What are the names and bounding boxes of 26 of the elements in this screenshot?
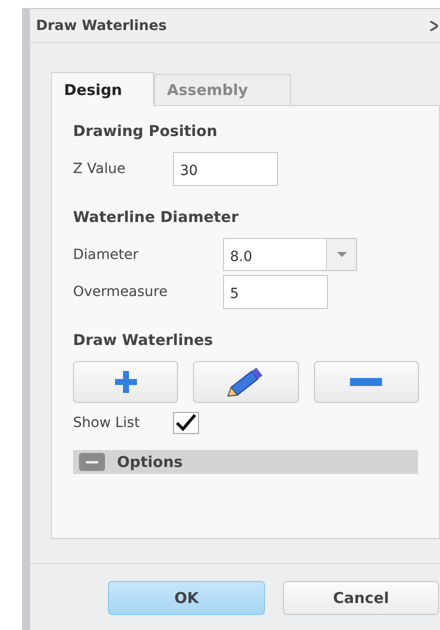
field-label: Z Value xyxy=(73,161,126,177)
caret-icon xyxy=(336,252,346,257)
checkbox-label: Show List xyxy=(73,415,141,431)
diameter-field[interactable]: 8.0 xyxy=(223,238,327,271)
minus-icon xyxy=(350,378,382,386)
edit-button[interactable] xyxy=(193,361,299,403)
section-heading: Waterline Diameter xyxy=(73,208,240,226)
checkmark-icon xyxy=(175,414,197,432)
remove-button[interactable] xyxy=(314,361,419,403)
cancel-button[interactable]: Cancel xyxy=(283,581,439,615)
section-heading: Drawing Position xyxy=(73,122,218,140)
show-list-checkbox[interactable] xyxy=(173,412,199,434)
tab[interactable]: Design xyxy=(51,72,154,106)
z-value-field[interactable]: 30 xyxy=(173,152,278,186)
close-icon[interactable] xyxy=(430,20,438,30)
add-button[interactable] xyxy=(73,361,178,403)
field-label: Diameter xyxy=(73,246,140,262)
options-section-header[interactable]: Options xyxy=(73,450,418,474)
section-heading: Draw Waterlines xyxy=(73,331,214,349)
ok-button[interactable]: OK xyxy=(108,581,265,615)
field-label: Overmeasure xyxy=(73,284,168,300)
plus-icon xyxy=(114,371,137,393)
overmeasure-field[interactable]: 5 xyxy=(223,275,328,309)
dropdown-button[interactable] xyxy=(327,238,357,271)
window-title: Draw Waterlines xyxy=(36,18,167,34)
collapse-icon xyxy=(79,453,105,471)
